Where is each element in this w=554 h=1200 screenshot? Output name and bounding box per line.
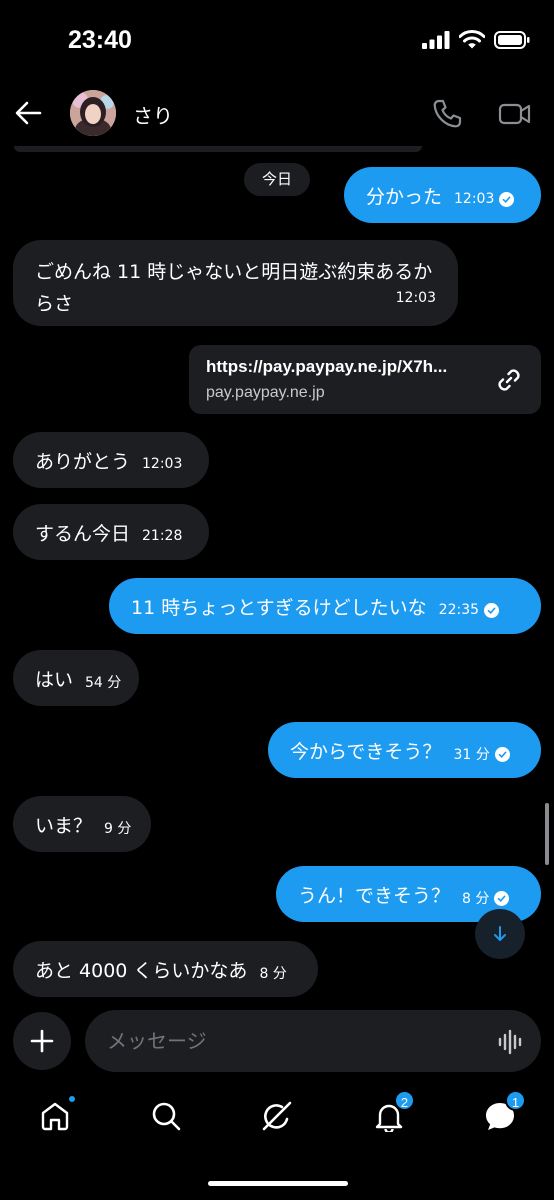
nav-search[interactable] [144, 1094, 188, 1138]
message-text: 今からできそう？ [290, 740, 442, 763]
message-text: はい [35, 668, 74, 691]
message-time: 8 分 [259, 966, 287, 982]
message-text: ごめんね 11 時じゃないと明日遊ぶ約束あるからさ [35, 261, 433, 315]
message-bubble-incoming[interactable]: あと 4000 くらいかなあ 8 分 [13, 941, 318, 997]
message-input[interactable] [85, 1010, 541, 1072]
read-check-icon [499, 191, 515, 207]
nav-home[interactable] [33, 1094, 77, 1138]
home-unread-dot [67, 1094, 77, 1104]
message-composer [0, 1006, 554, 1076]
read-check-icon [494, 890, 510, 906]
message-time: 8 分 [462, 891, 490, 907]
link-icon [498, 369, 520, 391]
message-bubble-incoming[interactable]: はい 54 分 [13, 650, 139, 706]
scroll-to-bottom-button[interactable] [475, 909, 525, 959]
messages-badge: 1 [505, 1090, 526, 1111]
message-meta: 12:03 [142, 456, 182, 472]
message-list[interactable]: 今日 分かった 12:03 ごめんね 11 時じゃないと明日遊ぶ約束あるからさ … [0, 0, 554, 1000]
plus-icon [30, 1029, 54, 1053]
waveform-icon [498, 1029, 522, 1055]
message-text: あと 4000 くらいかなあ [35, 959, 248, 982]
message-time: 12:03 [142, 456, 183, 472]
message-bubble-outgoing[interactable]: 11 時ちょっとすぎるけどしたいな 22:35 [109, 578, 541, 634]
message-time: 12:03 [395, 290, 436, 306]
message-text: いま？ [35, 814, 93, 837]
nav-grok[interactable] [255, 1094, 299, 1138]
message-time: 54 分 [85, 675, 122, 691]
link-domain: pay.paypay.ne.jp [206, 384, 325, 401]
message-bubble-outgoing[interactable]: 分かった 12:03 [344, 167, 541, 223]
message-meta: 31 分 [453, 744, 510, 764]
read-check-icon [494, 746, 510, 762]
message-text: 11 時ちょっとすぎるけどしたいな [131, 596, 427, 619]
previous-message-bubble [14, 146, 422, 152]
message-meta: 8 分 [259, 963, 286, 983]
link-url: https://pay.paypay.ne.jp/X7h... [206, 357, 448, 376]
message-bubble-incoming[interactable]: ごめんね 11 時じゃないと明日遊ぶ約束あるからさ 12:03 [13, 240, 458, 326]
message-bubble-incoming[interactable]: ありがとう 12:03 [13, 432, 209, 488]
message-bubble-incoming[interactable]: するん今日 21:28 [13, 504, 209, 560]
home-icon [41, 1102, 69, 1131]
voice-message-button[interactable] [497, 1028, 525, 1056]
message-text: 分かった [366, 185, 443, 208]
message-time: 31 分 [453, 747, 490, 763]
message-text: するん今日 [35, 522, 131, 545]
message-meta: 54 分 [85, 672, 121, 692]
read-check-icon [484, 602, 500, 618]
nav-notifications[interactable]: 2 [367, 1090, 415, 1138]
grok-icon [262, 1101, 292, 1131]
message-time: 21:28 [142, 528, 183, 544]
message-text: ありがとう [35, 450, 131, 473]
message-time: 12:03 [454, 191, 495, 207]
message-bubble-incoming[interactable]: いま？ 9 分 [13, 796, 151, 852]
scrollbar-thumb[interactable] [545, 803, 549, 865]
message-meta: 22:35 [438, 602, 500, 618]
message-meta: 21:28 [142, 528, 182, 544]
nav-messages[interactable]: 1 [478, 1090, 526, 1138]
arrow-down-icon [494, 926, 506, 941]
search-icon [152, 1102, 181, 1131]
link-preview-card[interactable]: https://pay.paypay.ne.jp/X7h... pay.payp… [189, 345, 541, 414]
add-attachment-button[interactable] [13, 1012, 71, 1070]
message-meta: 9 分 [104, 818, 131, 838]
message-time: 22:35 [438, 602, 480, 618]
message-text: うん！できそう？ [298, 884, 451, 907]
message-meta: 8 分 [462, 888, 510, 908]
message-bubble-outgoing[interactable]: 今からできそう？ 31 分 [268, 722, 541, 778]
message-meta: 12:03 [454, 191, 515, 207]
message-time: 9 分 [104, 821, 132, 837]
date-separator: 今日 [244, 163, 310, 196]
home-indicator [208, 1181, 348, 1186]
notifications-badge: 2 [394, 1090, 415, 1111]
message-meta: 12:03 [396, 282, 436, 314]
